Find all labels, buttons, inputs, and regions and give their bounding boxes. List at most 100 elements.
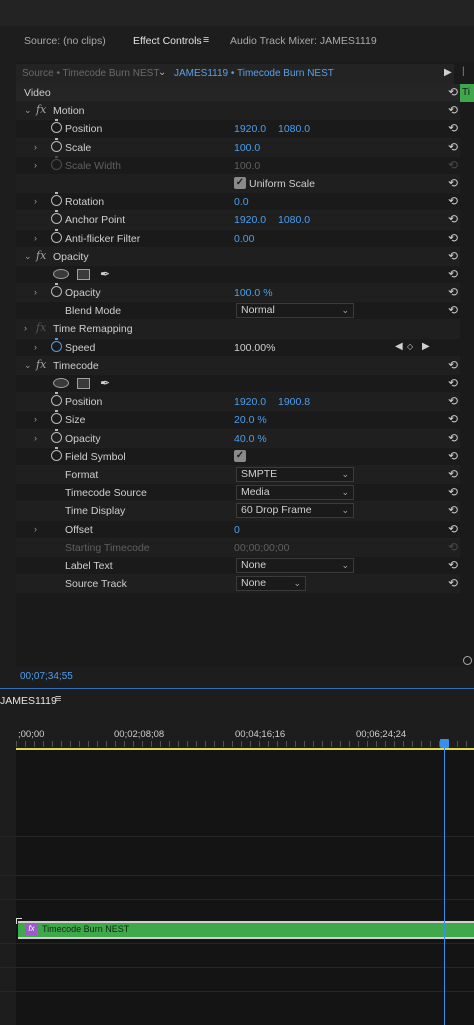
stopwatch-icon[interactable] xyxy=(51,119,62,134)
stopwatch-icon[interactable] xyxy=(51,392,62,407)
dropdown-select[interactable]: None ⌄ xyxy=(236,576,306,592)
rectangle-mask-icon[interactable] xyxy=(77,378,90,389)
reset-icon[interactable]: ⟲ xyxy=(448,158,458,172)
reset-icon[interactable]: ⟲ xyxy=(448,485,458,499)
property-value[interactable]: 20.0 % xyxy=(234,414,267,426)
next-keyframe-icon[interactable]: ▶ xyxy=(422,341,430,352)
property-value[interactable]: 100.00% xyxy=(234,342,275,354)
mini-timeline-clip[interactable]: Ti xyxy=(460,84,474,102)
reset-icon[interactable]: ⟲ xyxy=(448,231,458,245)
stopwatch-icon[interactable] xyxy=(51,192,62,207)
property-value-2[interactable]: 1080.0 xyxy=(278,123,310,135)
sequence-clip-label[interactable]: JAMES1119 • Timecode Burn NEST xyxy=(174,68,334,79)
reset-icon[interactable]: ⟲ xyxy=(448,121,458,135)
property-value[interactable]: 40.0 % xyxy=(234,433,267,445)
reset-icon[interactable]: ⟲ xyxy=(448,394,458,408)
reset-icon[interactable]: ⟲ xyxy=(448,103,458,117)
timeline-clip[interactable]: fx Timecode Burn NEST xyxy=(18,921,474,939)
reset-icon[interactable]: ⟲ xyxy=(448,467,458,481)
reset-icon[interactable]: ⟲ xyxy=(448,558,458,572)
chevron-down-icon[interactable]: ⌄ xyxy=(24,105,32,116)
property-value[interactable]: 1920.0 xyxy=(234,214,266,226)
reset-icon[interactable]: ⟲ xyxy=(448,285,458,299)
fx-toggle-icon[interactable]: fx xyxy=(36,358,46,371)
stopwatch-icon[interactable] xyxy=(51,428,62,443)
property-value[interactable]: 100.0 xyxy=(234,142,260,154)
stopwatch-icon[interactable] xyxy=(51,137,62,152)
reset-icon[interactable]: ⟲ xyxy=(448,303,458,317)
chevron-down-icon[interactable]: ⌄ xyxy=(24,251,32,262)
chevron-right-icon[interactable]: › xyxy=(34,287,37,297)
time-ruler[interactable]: ;00;00 00;02;08;08 00;04;16;16 00;06;24;… xyxy=(16,722,474,748)
uniform-scale-checkbox[interactable]: ✓ xyxy=(234,176,246,189)
property-value[interactable]: 100.0 % xyxy=(234,287,273,299)
property-value[interactable]: 1920.0 xyxy=(234,396,266,408)
stopwatch-icon[interactable] xyxy=(51,410,62,425)
chevron-right-icon[interactable]: › xyxy=(34,142,37,152)
reset-icon[interactable]: ⟲ xyxy=(448,576,458,590)
source-clip-label[interactable]: Source • Timecode Burn NEST xyxy=(22,68,159,79)
prev-keyframe-icon[interactable]: ◀ xyxy=(395,341,403,352)
property-value[interactable]: 0.0 xyxy=(234,196,249,208)
property-value-2[interactable]: 1900.8 xyxy=(278,396,310,408)
ellipse-mask-icon[interactable] xyxy=(53,268,69,279)
reset-icon[interactable]: ⟲ xyxy=(448,212,458,226)
tab-effect-controls[interactable]: Effect Controls xyxy=(133,35,202,47)
panel-menu-icon[interactable]: ≡ xyxy=(203,34,209,46)
chevron-right-icon[interactable]: › xyxy=(34,342,37,352)
fx-toggle-icon[interactable]: fx xyxy=(36,103,46,116)
stopwatch-icon[interactable] xyxy=(51,228,62,243)
reset-icon[interactable]: ⟲ xyxy=(448,194,458,208)
property-value[interactable]: 0 xyxy=(234,524,240,536)
chevron-right-icon[interactable]: › xyxy=(34,160,37,170)
ellipse-mask-icon[interactable] xyxy=(53,378,69,388)
sequence-tab[interactable]: JAMES1119 xyxy=(0,695,57,707)
reset-icon[interactable]: ⟲ xyxy=(448,358,458,372)
reset-icon[interactable]: ⟲ xyxy=(448,376,458,390)
track-area[interactable] xyxy=(16,750,474,1025)
chevron-right-icon[interactable]: › xyxy=(24,323,27,333)
stopwatch-icon[interactable] xyxy=(51,283,62,298)
dropdown-select[interactable]: None ⌄ xyxy=(236,557,354,573)
reset-icon[interactable]: ⟲ xyxy=(448,540,458,554)
sequence-menu-icon[interactable]: ≡ xyxy=(55,693,61,705)
chevron-right-icon[interactable]: › xyxy=(34,196,37,206)
chevron-right-icon[interactable]: › xyxy=(34,233,37,243)
property-value[interactable]: 00;00;00;00 xyxy=(234,542,289,554)
tab-audio-track-mixer[interactable]: Audio Track Mixer: JAMES1119 xyxy=(230,35,377,47)
stopwatch-icon[interactable] xyxy=(51,210,62,225)
fx-toggle-icon[interactable]: fx xyxy=(36,249,46,262)
stopwatch-icon[interactable] xyxy=(51,337,62,352)
stopwatch-icon[interactable] xyxy=(51,446,62,461)
tab-source[interactable]: Source: (no clips) xyxy=(24,35,106,47)
reset-icon[interactable]: ⟲ xyxy=(448,412,458,426)
reset-icon[interactable]: ⟲ xyxy=(448,176,458,190)
stopwatch-icon[interactable] xyxy=(51,155,62,170)
playhead-handle[interactable] xyxy=(440,739,449,748)
scroll-indicator-icon[interactable] xyxy=(463,656,472,665)
reset-icon[interactable]: ⟲ xyxy=(448,503,458,517)
dropdown-select[interactable]: Media ⌄ xyxy=(236,485,354,501)
reset-icon[interactable]: ⟲ xyxy=(448,249,458,263)
reset-icon[interactable]: ⟲ xyxy=(448,431,458,445)
playhead-line[interactable] xyxy=(444,740,445,1025)
chevron-down-icon[interactable]: ⌄ xyxy=(24,360,32,371)
reset-icon[interactable]: ⟲ xyxy=(448,140,458,154)
fx-toggle-icon[interactable]: fx xyxy=(36,321,46,334)
rectangle-mask-icon[interactable] xyxy=(77,268,90,280)
chevron-right-icon[interactable]: › xyxy=(34,414,37,424)
chevron-right-icon[interactable]: › xyxy=(34,433,37,443)
current-timecode[interactable]: 00;07;34;55 xyxy=(20,671,73,682)
add-keyframe-icon[interactable]: ◇ xyxy=(407,342,413,351)
chevron-down-icon[interactable]: ⌄ xyxy=(158,67,166,78)
property-value[interactable]: 1920.0 xyxy=(234,123,266,135)
play-arrow-icon[interactable]: ▶ xyxy=(444,67,452,78)
pen-mask-icon[interactable]: ✒ xyxy=(100,267,110,281)
reset-icon[interactable]: ⟲ xyxy=(448,267,458,281)
property-value[interactable]: 0.00 xyxy=(234,233,254,245)
dropdown-select[interactable]: 60 Drop Frame ⌄ xyxy=(236,503,354,519)
reset-icon[interactable]: ⟲ xyxy=(448,522,458,536)
property-value-2[interactable]: 1080.0 xyxy=(278,214,310,226)
dropdown-select[interactable]: Normal ⌄ xyxy=(236,303,354,319)
chevron-right-icon[interactable]: › xyxy=(34,524,37,534)
